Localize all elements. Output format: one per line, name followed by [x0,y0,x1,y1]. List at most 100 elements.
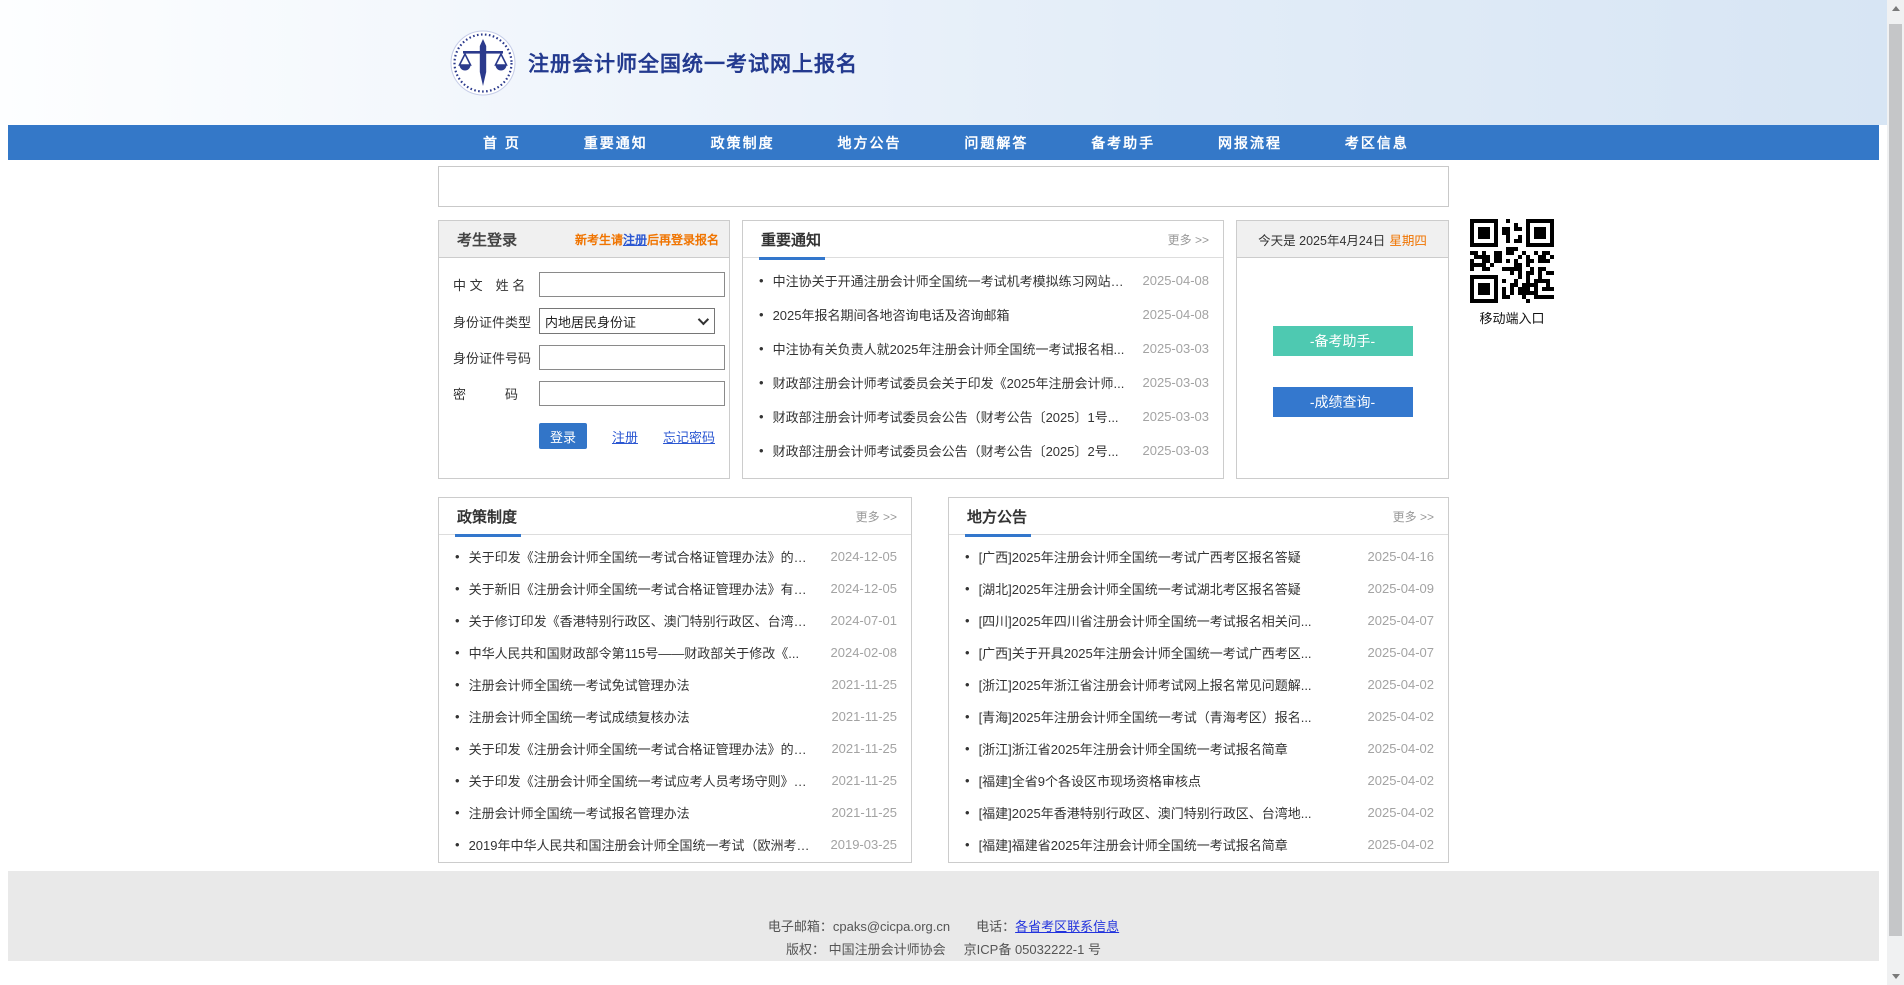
contact-info-link[interactable]: 各省考区联系信息 [1015,919,1119,934]
bullet-icon: • [965,677,970,692]
local-link[interactable]: [四川]2025年四川省注册会计师全国统一考试报名相关问... [979,611,1356,630]
policy-link[interactable]: 关于新旧《注册会计师全国统一考试合格证管理办法》有关衔接... [469,579,819,598]
bullet-icon: • [965,837,970,852]
bullet-icon: • [965,581,970,596]
local-link[interactable]: [湖北]2025年注册会计师全国统一考试湖北考区报名答疑 [979,579,1356,598]
list-item[interactable]: •关于修订印发《香港特别行政区、澳门特别行政区、台湾地区居...2024-07-… [455,604,897,636]
bullet-icon: • [455,773,460,788]
list-item[interactable]: •[广西]2025年注册会计师全国统一考试广西考区报名答疑2025-04-16 [965,540,1434,572]
exam-helper-button[interactable]: -备考助手- [1273,326,1413,356]
email-label: 电子邮箱： [768,919,833,934]
nav-item-policies[interactable]: 政策制度 [711,133,775,153]
list-item[interactable]: •注册会计师全国统一考试报名管理办法2021-11-25 [455,796,897,828]
list-item[interactable]: •注册会计师全国统一考试成绩复核办法2021-11-25 [455,700,897,732]
local-link[interactable]: [福建]2025年香港特别行政区、澳门特别行政区、台湾地... [979,803,1356,822]
notice-link[interactable]: 财政部注册会计师考试委员会公告（财考公告〔2025〕2号... [773,441,1131,460]
register-link[interactable]: 注册 [612,427,638,446]
notice-link[interactable]: 2025年报名期间各地咨询电话及咨询邮箱 [773,305,1131,324]
nav-item-important-notices[interactable]: 重要通知 [584,133,648,153]
notice-link[interactable]: 中注协有关负责人就2025年注册会计师全国统一考试报名相... [773,339,1131,358]
password-label: 密 码 [451,384,539,403]
scrollbar-thumb[interactable] [1889,24,1902,936]
register-inline-link[interactable]: 注册 [623,233,647,247]
page: 注册会计师全国统一考试网上报名 首 页 重要通知 政策制度 地方公告 问题解答 … [0,0,1887,985]
list-item[interactable]: •[福建]全省9个各设区市现场资格审核点2025-04-02 [965,764,1434,796]
notices-more-link[interactable]: 更多 >> [1168,231,1209,248]
bullet-icon: • [759,307,764,322]
policy-link[interactable]: 注册会计师全国统一考试成绩复核办法 [469,707,820,726]
policy-link[interactable]: 关于印发《注册会计师全国统一考试合格证管理办法》的通知 [469,739,820,758]
list-item[interactable]: •[浙江]浙江省2025年注册会计师全国统一考试报名简章2025-04-02 [965,732,1434,764]
notice-link[interactable]: 财政部注册会计师考试委员会公告（财考公告〔2025〕1号... [773,407,1131,426]
list-item[interactable]: •中注协有关负责人就2025年注册会计师全国统一考试报名相...2025-03-… [759,331,1209,365]
list-item[interactable]: •财政部注册会计师考试委员会公告（财考公告〔2025〕2号...2025-03-… [759,433,1209,467]
list-item[interactable]: •[青海]2025年注册会计师全国统一考试（青海考区）报名...2025-04-… [965,700,1434,732]
local-link[interactable]: [浙江]浙江省2025年注册会计师全国统一考试报名简章 [979,739,1356,758]
policy-date: 2021-11-25 [831,773,897,788]
notice-date: 2025-03-03 [1143,443,1210,458]
score-query-button[interactable]: -成绩查询- [1273,387,1413,417]
list-item[interactable]: •关于印发《注册会计师全国统一考试合格证管理办法》的通知2021-11-25 [455,732,897,764]
local-date: 2025-04-07 [1368,645,1435,660]
policy-link[interactable]: 关于印发《注册会计师全国统一考试应考人员考场守则》的通知 [469,771,820,790]
list-item[interactable]: • 关于印发《注册会计师全国统一考试应考人员考场守则》的通知 2021-11-25 [455,764,897,796]
cicpa-logo-icon [450,30,516,96]
local-link[interactable]: [福建]全省9个各设区市现场资格审核点 [979,771,1356,790]
nav-item-home[interactable]: 首 页 [483,133,521,153]
policy-link[interactable]: 关于修订印发《香港特别行政区、澳门特别行政区、台湾地区居... [469,611,819,630]
weekday-label: 星期四 [1389,230,1427,249]
list-item[interactable]: •注册会计师全国统一考试免试管理办法2021-11-25 [455,668,897,700]
policy-link[interactable]: 2019年中华人民共和国注册会计师全国统一考试（欧洲考区... [469,835,819,854]
id-type-select[interactable]: 内地居民身份证 [539,308,715,334]
login-button[interactable]: 登录 [539,423,587,449]
list-item[interactable]: •[浙江]2025年浙江省注册会计师考试网上报名常见问题解...2025-04-… [965,668,1434,700]
notice-link[interactable]: 中注协关于开通注册会计师全国统一考试机考模拟练习网站的公... [773,271,1131,290]
bullet-icon: • [965,805,970,820]
notice-link[interactable]: 财政部注册会计师考试委员会关于印发《2025年注册会计师... [773,373,1131,392]
bullet-icon: • [455,613,460,628]
policy-link[interactable]: 中华人民共和国财政部令第115号——财政部关于修改《... [469,643,819,662]
list-item[interactable]: •关于印发《注册会计师全国统一考试合格证管理办法》的通知2024-12-05 [455,540,897,572]
name-label: 中 文 姓 名 [451,275,539,294]
policies-panel: 政策制度 更多 >> •关于印发《注册会计师全国统一考试合格证管理办法》的通知2… [438,497,912,863]
nav-item-qa[interactable]: 问题解答 [964,133,1028,153]
forgot-password-link[interactable]: 忘记密码 [663,427,715,446]
mobile-entry-qr: 移动端入口 [1469,219,1555,327]
list-item[interactable]: •[广西]关于开具2025年注册会计师全国统一考试广西考区...2025-04-… [965,636,1434,668]
local-more-link[interactable]: 更多 >> [1393,508,1434,525]
list-item[interactable]: •关于新旧《注册会计师全国统一考试合格证管理办法》有关衔接...2024-12-… [455,572,897,604]
scrollbar-up-arrow-icon[interactable] [1887,0,1904,17]
local-link[interactable]: [浙江]2025年浙江省注册会计师考试网上报名常见问题解... [979,675,1356,694]
local-link[interactable]: [广西]关于开具2025年注册会计师全国统一考试广西考区... [979,643,1356,662]
scrollbar-down-arrow-icon[interactable] [1887,968,1904,985]
policy-date: 2021-11-25 [831,805,897,820]
policy-link[interactable]: 注册会计师全国统一考试报名管理办法 [469,803,820,822]
policy-link[interactable]: 注册会计师全国统一考试免试管理办法 [469,675,820,694]
nav-item-exam-area-info[interactable]: 考区信息 [1345,133,1409,153]
announcement-banner [438,166,1449,207]
nav-item-exam-helper[interactable]: 备考助手 [1091,133,1155,153]
password-input[interactable] [539,381,725,406]
list-item[interactable]: •中华人民共和国财政部令第115号——财政部关于修改《...2024-02-08 [455,636,897,668]
nav-item-online-process[interactable]: 网报流程 [1218,133,1282,153]
list-item[interactable]: •[福建]福建省2025年注册会计师全国统一考试报名简章2025-04-02 [965,828,1434,860]
policies-more-link[interactable]: 更多 >> [856,508,897,525]
list-item[interactable]: •[四川]2025年四川省注册会计师全国统一考试报名相关问...2025-04-… [965,604,1434,636]
local-link[interactable]: [广西]2025年注册会计师全国统一考试广西考区报名答疑 [979,547,1356,566]
list-item[interactable]: •2025年报名期间各地咨询电话及咨询邮箱2025-04-08 [759,297,1209,331]
bullet-icon: • [455,549,460,564]
list-item[interactable]: •[湖北]2025年注册会计师全国统一考试湖北考区报名答疑2025-04-09 [965,572,1434,604]
list-item[interactable]: •中注协关于开通注册会计师全国统一考试机考模拟练习网站的公...2025-04-… [759,263,1209,297]
name-input[interactable] [539,272,725,297]
list-item[interactable]: •财政部注册会计师考试委员会公告（财考公告〔2025〕1号...2025-03-… [759,399,1209,433]
bullet-icon: • [455,581,460,596]
id-number-input[interactable] [539,345,725,370]
list-item[interactable]: •2019年中华人民共和国注册会计师全国统一考试（欧洲考区...2019-03-… [455,828,897,860]
local-link[interactable]: [福建]福建省2025年注册会计师全国统一考试报名简章 [979,835,1356,854]
policy-link[interactable]: 关于印发《注册会计师全国统一考试合格证管理办法》的通知 [469,547,819,566]
list-item[interactable]: •[福建]2025年香港特别行政区、澳门特别行政区、台湾地...2025-04-… [965,796,1434,828]
vertical-scrollbar[interactable] [1887,0,1904,985]
list-item[interactable]: •财政部注册会计师考试委员会关于印发《2025年注册会计师...2025-03-… [759,365,1209,399]
nav-item-local-announcements[interactable]: 地方公告 [837,133,901,153]
local-link[interactable]: [青海]2025年注册会计师全国统一考试（青海考区）报名... [979,707,1356,726]
